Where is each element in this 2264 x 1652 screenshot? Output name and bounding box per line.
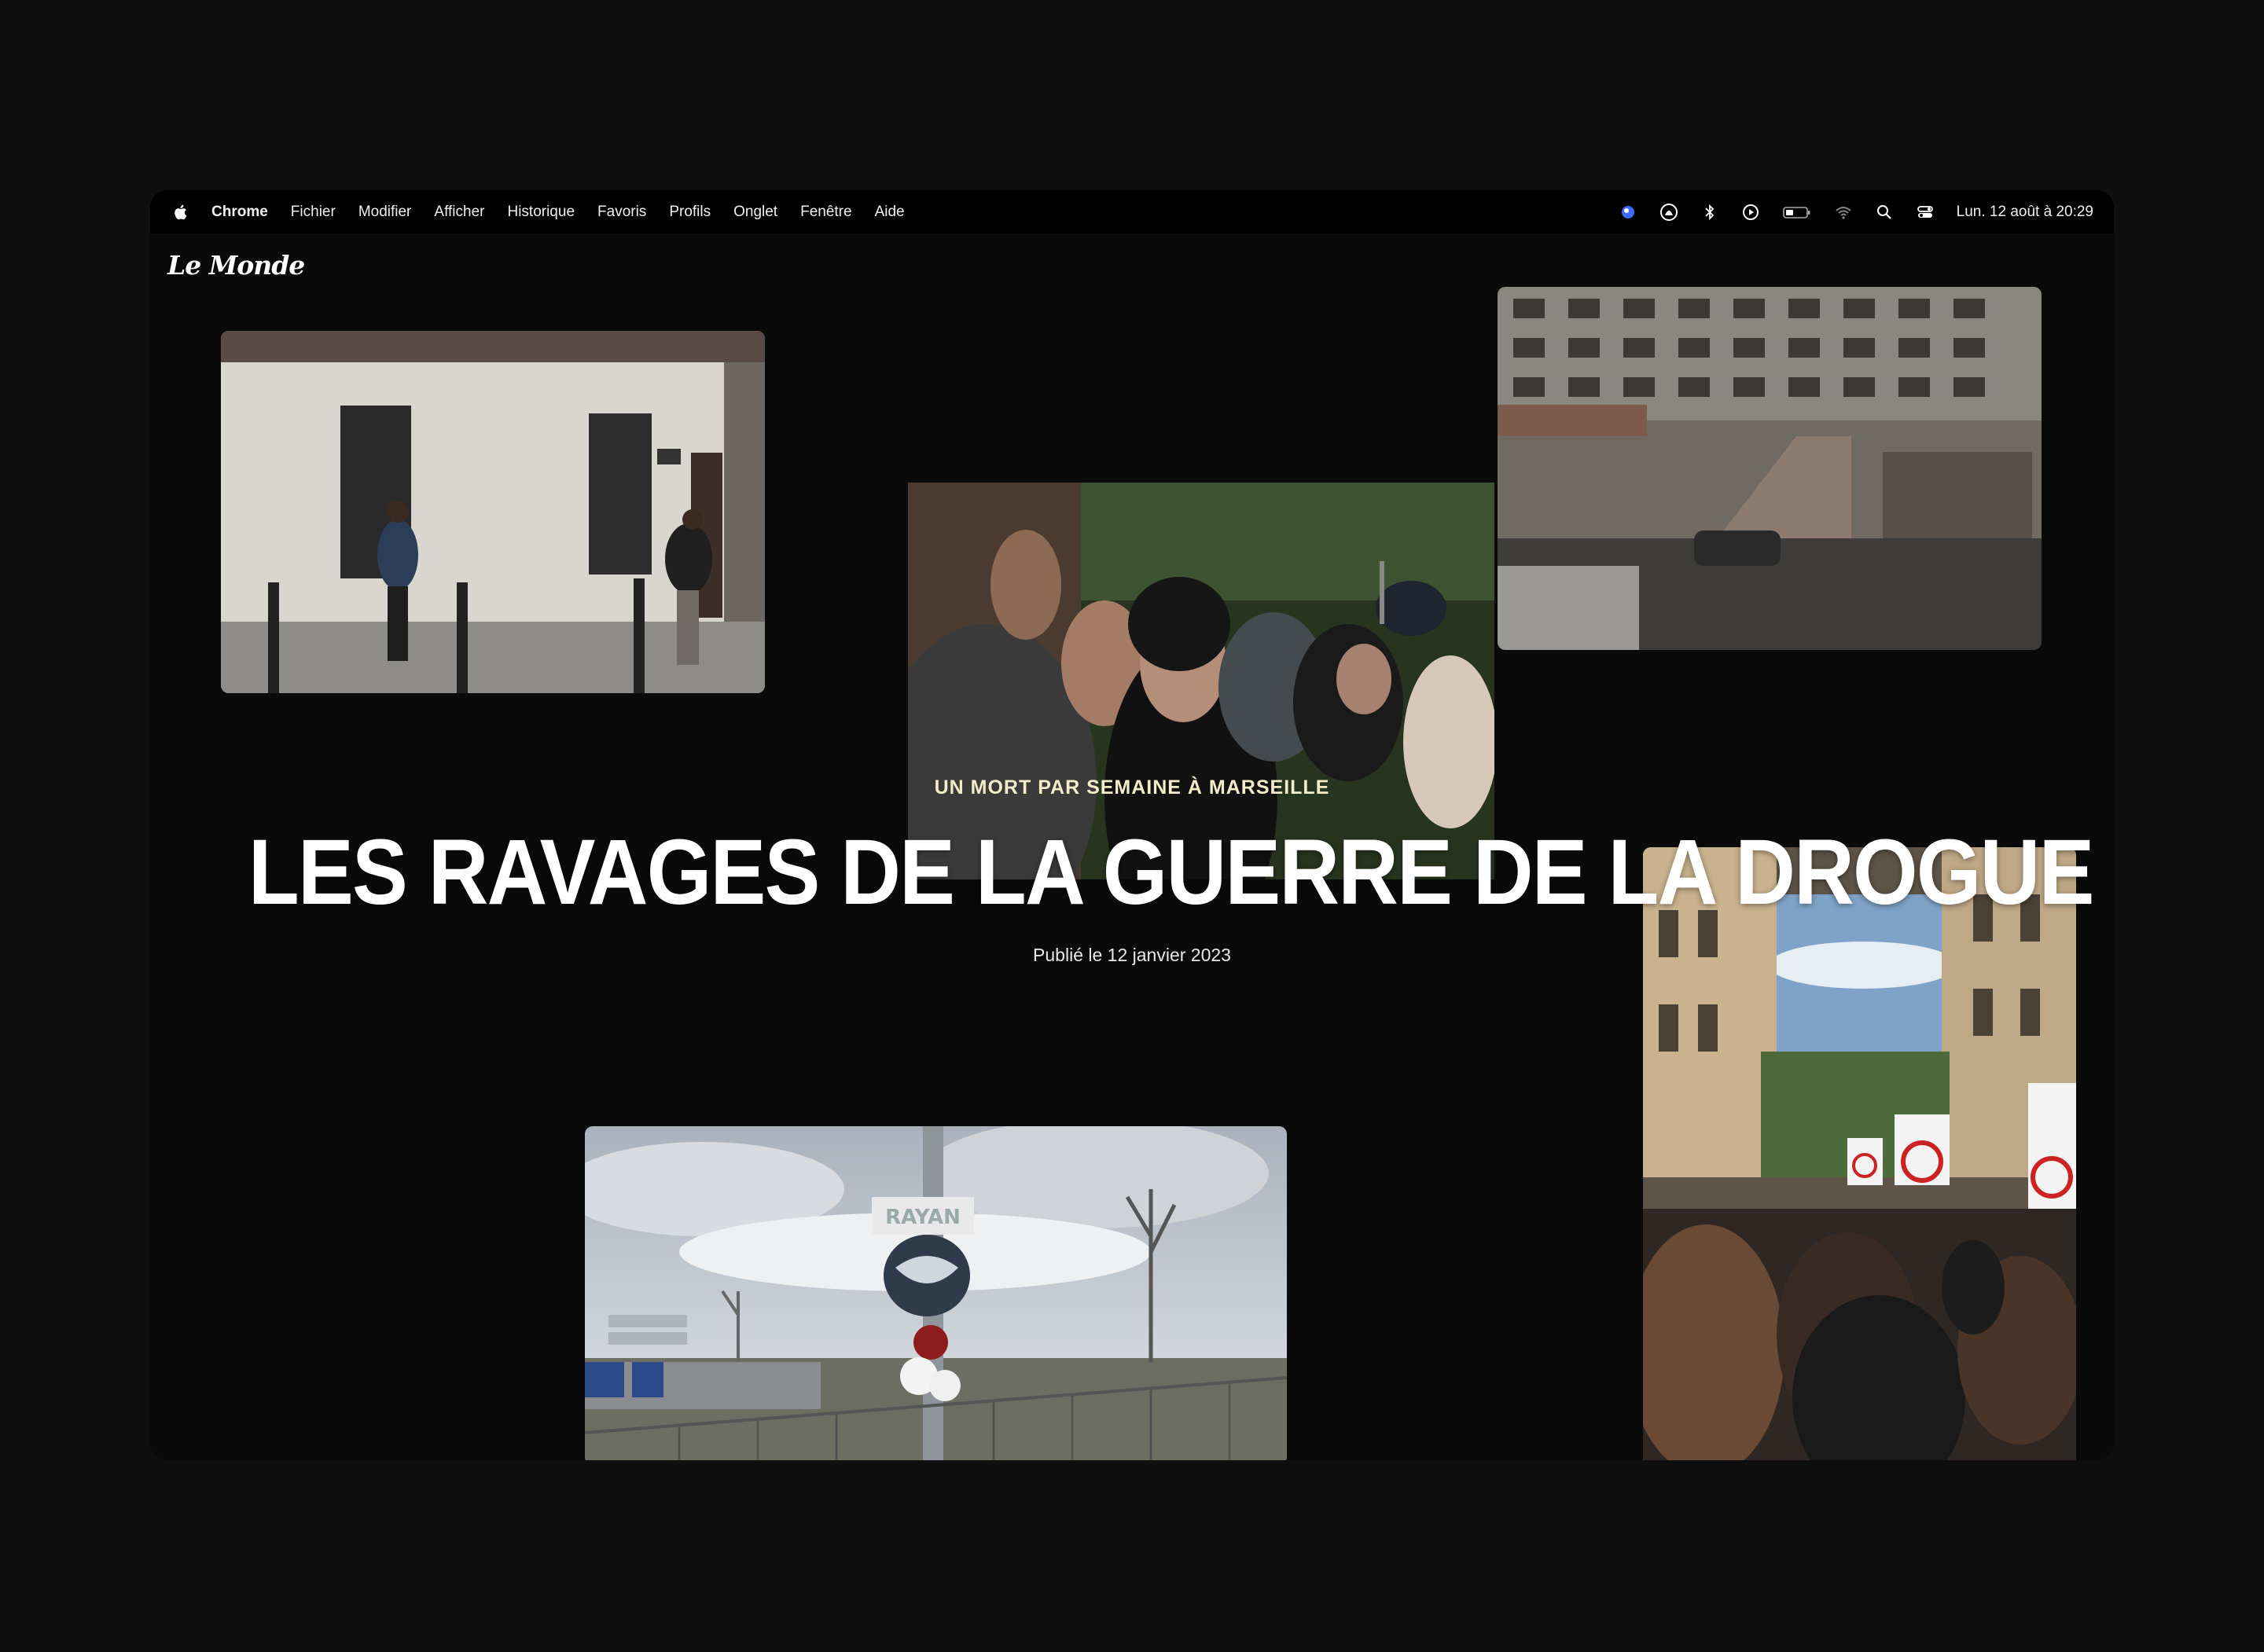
apple-logo-icon[interactable] bbox=[172, 204, 188, 221]
menu-clock[interactable]: Lun. 12 août à 20:29 bbox=[1957, 204, 2093, 221]
le-monde-logo[interactable]: Le Monde bbox=[167, 250, 305, 281]
menu-aide[interactable]: Aide bbox=[875, 204, 905, 221]
publication-date: Publié le 12 janvier 2023 bbox=[1033, 945, 1231, 965]
menu-bar: Chrome Fichier Modifier Afficher Histori… bbox=[150, 190, 2114, 233]
menu-chrome[interactable]: Chrome bbox=[211, 204, 268, 221]
user-profile-icon[interactable] bbox=[1619, 203, 1637, 222]
search-icon[interactable] bbox=[1875, 203, 1894, 222]
memorial-sign-text: RAYAN bbox=[885, 1206, 961, 1229]
play-icon[interactable] bbox=[1741, 203, 1760, 222]
bluetooth-icon[interactable] bbox=[1700, 203, 1719, 222]
article-kicker: UN MORT PAR SEMAINE À MARSEILLE bbox=[934, 776, 1330, 798]
menu-profils[interactable]: Profils bbox=[669, 204, 711, 221]
wifi-icon[interactable] bbox=[1834, 203, 1853, 222]
photo-housing-block bbox=[1498, 287, 2042, 650]
menu-onglet[interactable]: Onglet bbox=[733, 204, 777, 221]
control-center-icon[interactable] bbox=[1916, 203, 1935, 222]
article-headline: LES RAVAGES DE LA GUERRE DE LA DROGUE bbox=[248, 820, 2095, 924]
photo-memorial-pole: RAYAN bbox=[585, 1126, 1287, 1460]
menu-favoris[interactable]: Favoris bbox=[597, 204, 646, 221]
photo-street-scene bbox=[221, 331, 765, 693]
menu-historique[interactable]: Historique bbox=[507, 204, 575, 221]
menu-fenetre[interactable]: Fenêtre bbox=[800, 204, 851, 221]
battery-icon[interactable] bbox=[1782, 203, 1812, 222]
siri-icon[interactable] bbox=[1659, 203, 1678, 222]
menu-modifier[interactable]: Modifier bbox=[358, 204, 412, 221]
menu-afficher[interactable]: Afficher bbox=[434, 204, 484, 221]
menu-fichier[interactable]: Fichier bbox=[291, 204, 336, 221]
photo-protest-march bbox=[1643, 847, 2076, 1460]
screen: Chrome Fichier Modifier Afficher Histori… bbox=[150, 190, 2114, 1460]
